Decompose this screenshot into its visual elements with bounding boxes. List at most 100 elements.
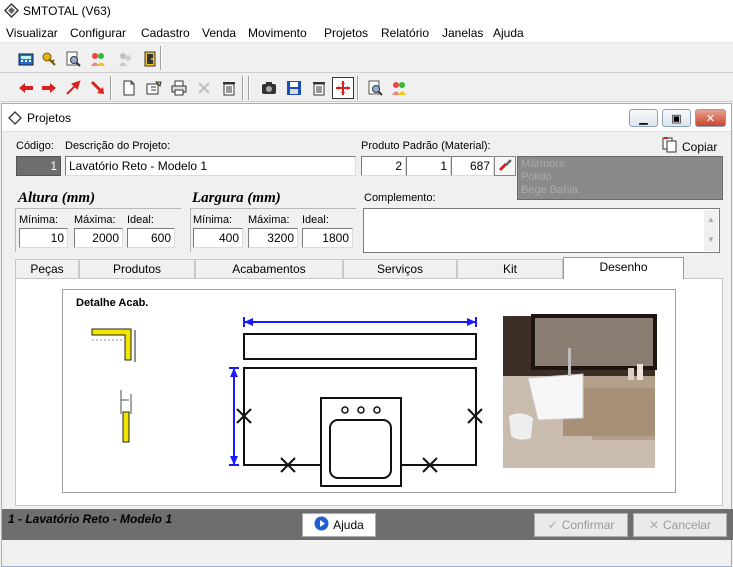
cancelar-label: Cancelar [663, 518, 712, 532]
projetos-window: Projetos ▁ ▣ ✕ Código: Descrição do Proj… [1, 103, 733, 567]
minimize-button[interactable]: ▁ [629, 109, 658, 127]
calculator-icon[interactable] [15, 48, 37, 70]
exit-door-icon[interactable] [139, 48, 161, 70]
cancel-x-icon [193, 77, 215, 99]
menu-movimento[interactable]: Movimento [248, 26, 307, 40]
complemento-scrollbar[interactable]: ▲ ▼ [704, 210, 718, 251]
trash-icon[interactable] [218, 77, 240, 99]
toolbar-separator [248, 76, 250, 100]
window-title: Projetos [27, 111, 72, 125]
cancelar-button[interactable]: ✕ Cancelar [633, 513, 727, 537]
maximize-icon: ▣ [671, 112, 682, 125]
maximize-button[interactable]: ▣ [662, 109, 691, 127]
status-bar: 1 - Lavatório Reto - Modelo 1 Ajuda ✓ Co… [2, 509, 733, 540]
cancel-icon: ✕ [648, 518, 660, 532]
users-icon[interactable] [388, 77, 410, 99]
arrow-up-right-icon[interactable] [62, 77, 84, 99]
faucet-hole [373, 406, 381, 414]
altura-title: Altura (mm) [18, 190, 96, 206]
window-logo-icon [8, 111, 22, 128]
edge-detail-top [91, 328, 136, 362]
tab-pecas[interactable]: Peças [15, 259, 79, 278]
faucet-hole [341, 406, 349, 414]
status-text: 1 - Lavatório Reto - Modelo 1 [8, 512, 173, 526]
largura-maxima-field[interactable]: 3200 [248, 228, 298, 248]
tab-acabamentos[interactable]: Acabamentos [195, 259, 343, 278]
codigo-label: Código: [16, 140, 54, 152]
arrow-right-icon[interactable] [38, 77, 60, 99]
confirmar-button[interactable]: ✓ Confirmar [534, 513, 628, 537]
descricao-field[interactable]: Lavatório Reto - Modelo 1 [65, 156, 356, 176]
minimize-icon: ▁ [639, 112, 648, 125]
drawing-svg [91, 314, 657, 487]
toolbar-top [0, 44, 733, 73]
close-button[interactable]: ✕ [695, 109, 726, 127]
copiar-label: Copiar [682, 139, 718, 154]
material-lookup-button[interactable] [494, 156, 516, 176]
largura-minima-field[interactable]: 400 [193, 228, 243, 248]
close-icon: ✕ [705, 112, 716, 125]
material-list: Mármore Polido Bege Bahia [517, 156, 723, 200]
tab-kit[interactable]: Kit [457, 259, 563, 278]
tab-produtos[interactable]: Produtos [79, 259, 195, 278]
menu-ajuda[interactable]: Ajuda [493, 26, 524, 40]
ajuda-button[interactable]: Ajuda [302, 513, 376, 537]
menu-relatorio[interactable]: Relatório [381, 26, 429, 40]
arrow-left-icon[interactable] [15, 77, 37, 99]
menu-visualizar[interactable]: Visualizar [6, 26, 58, 40]
menu-janelas[interactable]: Janelas [442, 26, 483, 40]
codigo-field[interactable]: 1 [16, 156, 61, 176]
altura-ideal-label: Ideal: [127, 214, 154, 226]
largura-ideal-field[interactable]: 1800 [302, 228, 353, 248]
arrow-down-right-icon[interactable] [87, 77, 109, 99]
users-disabled-icon [114, 48, 136, 70]
copiar-button[interactable]: Copiar [662, 137, 717, 156]
width-dimension-line [243, 317, 477, 327]
new-document-icon[interactable] [118, 77, 140, 99]
users-icon[interactable] [87, 48, 109, 70]
menu-projetos[interactable]: Projetos [324, 26, 368, 40]
trash-icon[interactable] [308, 77, 330, 99]
material-item: Mármore [521, 158, 566, 170]
ajuda-label: Ajuda [333, 518, 364, 532]
confirmar-label: Confirmar [561, 518, 615, 532]
drawing-canvas: Detalhe Acab. [62, 289, 676, 493]
menu-cadastro[interactable]: Cadastro [141, 26, 190, 40]
toolbar-separator [357, 76, 359, 100]
toolbar-separator [160, 46, 162, 70]
largura-minima-label: Mínima: [193, 214, 233, 226]
largura-ideal-label: Ideal: [302, 214, 329, 226]
altura-minima-label: Mínima: [19, 214, 59, 226]
menu-venda[interactable]: Venda [202, 26, 236, 40]
produto-field-2[interactable]: 1 [406, 156, 451, 176]
altura-maxima-field[interactable]: 2000 [74, 228, 123, 248]
save-floppy-icon[interactable] [283, 77, 305, 99]
app-titlebar: SMTOTAL (V63) [0, 0, 733, 23]
front-edge-piece [243, 333, 477, 360]
camera-icon[interactable] [258, 77, 280, 99]
complemento-field[interactable]: ▲ ▼ [363, 208, 720, 253]
altura-minima-field[interactable]: 10 [19, 228, 68, 248]
faucet-hole [357, 406, 365, 414]
search-doc-icon[interactable] [364, 77, 386, 99]
toolbar-separator [110, 76, 112, 100]
menubar: Visualizar Configurar Cadastro Venda Mov… [0, 23, 733, 43]
material-item: Bege Bahia [521, 184, 578, 196]
search-doc-icon[interactable] [62, 48, 84, 70]
toolbar-nav [0, 74, 733, 102]
produto-field-3[interactable]: 687 [451, 156, 494, 176]
produto-field-1[interactable]: 2 [361, 156, 406, 176]
tab-desenho[interactable]: Desenho [563, 257, 684, 279]
complemento-label: Complemento: [364, 192, 436, 204]
product-photo [503, 314, 657, 468]
largura-title: Largura (mm) [192, 190, 281, 206]
tab-servicos[interactable]: Serviços [343, 259, 457, 278]
menu-configurar[interactable]: Configurar [70, 26, 126, 40]
key-icon[interactable] [38, 48, 60, 70]
altura-ideal-field[interactable]: 600 [127, 228, 175, 248]
edge-detail-bottom [120, 390, 132, 443]
move-cross-icon[interactable] [332, 77, 354, 99]
edit-document-icon[interactable] [143, 77, 165, 99]
printer-icon[interactable] [168, 77, 190, 99]
produto-label: Produto Padrão (Material): [361, 140, 491, 152]
